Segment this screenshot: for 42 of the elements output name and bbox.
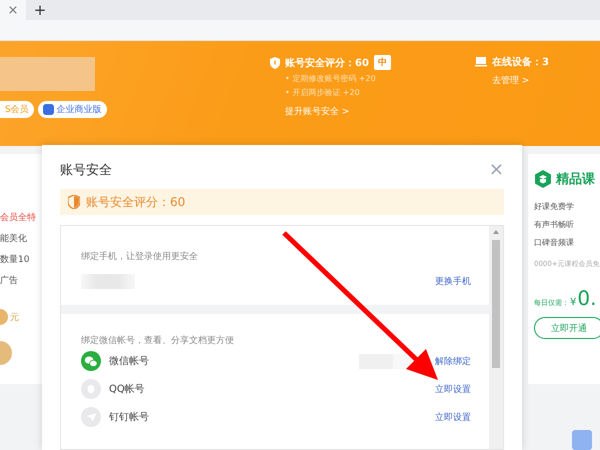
member-badge: S会员 bbox=[0, 101, 34, 118]
account-label: 钉钉帐号 bbox=[109, 410, 150, 424]
section-description: 绑定微信帐号，查看、分享文档更方便 bbox=[81, 334, 235, 347]
scroll-up-icon[interactable] bbox=[493, 230, 499, 234]
account-label: QQ帐号 bbox=[109, 382, 146, 396]
security-score: 账号安全评分：60 bbox=[285, 56, 369, 70]
new-tab-button[interactable]: + bbox=[26, 0, 54, 20]
course-title: 精品课 bbox=[556, 171, 595, 188]
feature-text: 广告 bbox=[0, 274, 19, 287]
buy-button[interactable] bbox=[0, 341, 12, 365]
laptop-icon bbox=[475, 57, 487, 67]
security-tip: • 定期修改账号密码 +20 bbox=[284, 73, 377, 84]
shield-icon bbox=[68, 195, 80, 209]
account-label: 微信帐号 bbox=[109, 354, 150, 368]
shield-icon bbox=[270, 56, 280, 68]
account-action-link[interactable]: 立即设置 bbox=[435, 410, 471, 424]
app-tile-icon[interactable] bbox=[572, 430, 592, 450]
score-text: 账号安全评分：60 bbox=[86, 194, 186, 210]
course-feature: 口碑音频课 bbox=[534, 237, 575, 248]
course-feature: 有声书畅听 bbox=[534, 219, 575, 230]
account-action-link[interactable]: 解除绑定 bbox=[435, 354, 471, 368]
currency-sign: ¥ bbox=[570, 297, 576, 308]
dialog-title: 账号安全 bbox=[60, 162, 112, 179]
section-description: 绑定手机，让登录使用更安全 bbox=[81, 250, 199, 263]
hexagon-icon bbox=[534, 170, 552, 188]
enterprise-icon bbox=[42, 104, 54, 115]
price-value: 0. bbox=[577, 286, 596, 310]
course-feature: 好课免费学 bbox=[534, 201, 575, 212]
close-tab-button[interactable]: × bbox=[0, 0, 26, 20]
feature-text: 能美化 bbox=[0, 232, 28, 245]
security-tip: • 开启两步验证 +20 bbox=[284, 87, 361, 98]
price-unit: 元 bbox=[10, 312, 19, 324]
account-action-link[interactable]: 更换手机 bbox=[435, 274, 471, 288]
enterprise-badge: 企业商业版 bbox=[38, 101, 107, 118]
online-devices: 在线设备：3 bbox=[492, 56, 549, 69]
account-action-link[interactable]: 立即设置 bbox=[435, 382, 471, 396]
scrollbar[interactable] bbox=[489, 226, 503, 449]
feature-text: 数量10 bbox=[0, 254, 30, 266]
subscribe-button[interactable]: 立即开通 bbox=[534, 317, 600, 339]
feature-text: 会员全特 bbox=[0, 212, 37, 224]
security-level-badge: 中 bbox=[374, 55, 391, 70]
scroll-thumb[interactable] bbox=[492, 240, 500, 368]
